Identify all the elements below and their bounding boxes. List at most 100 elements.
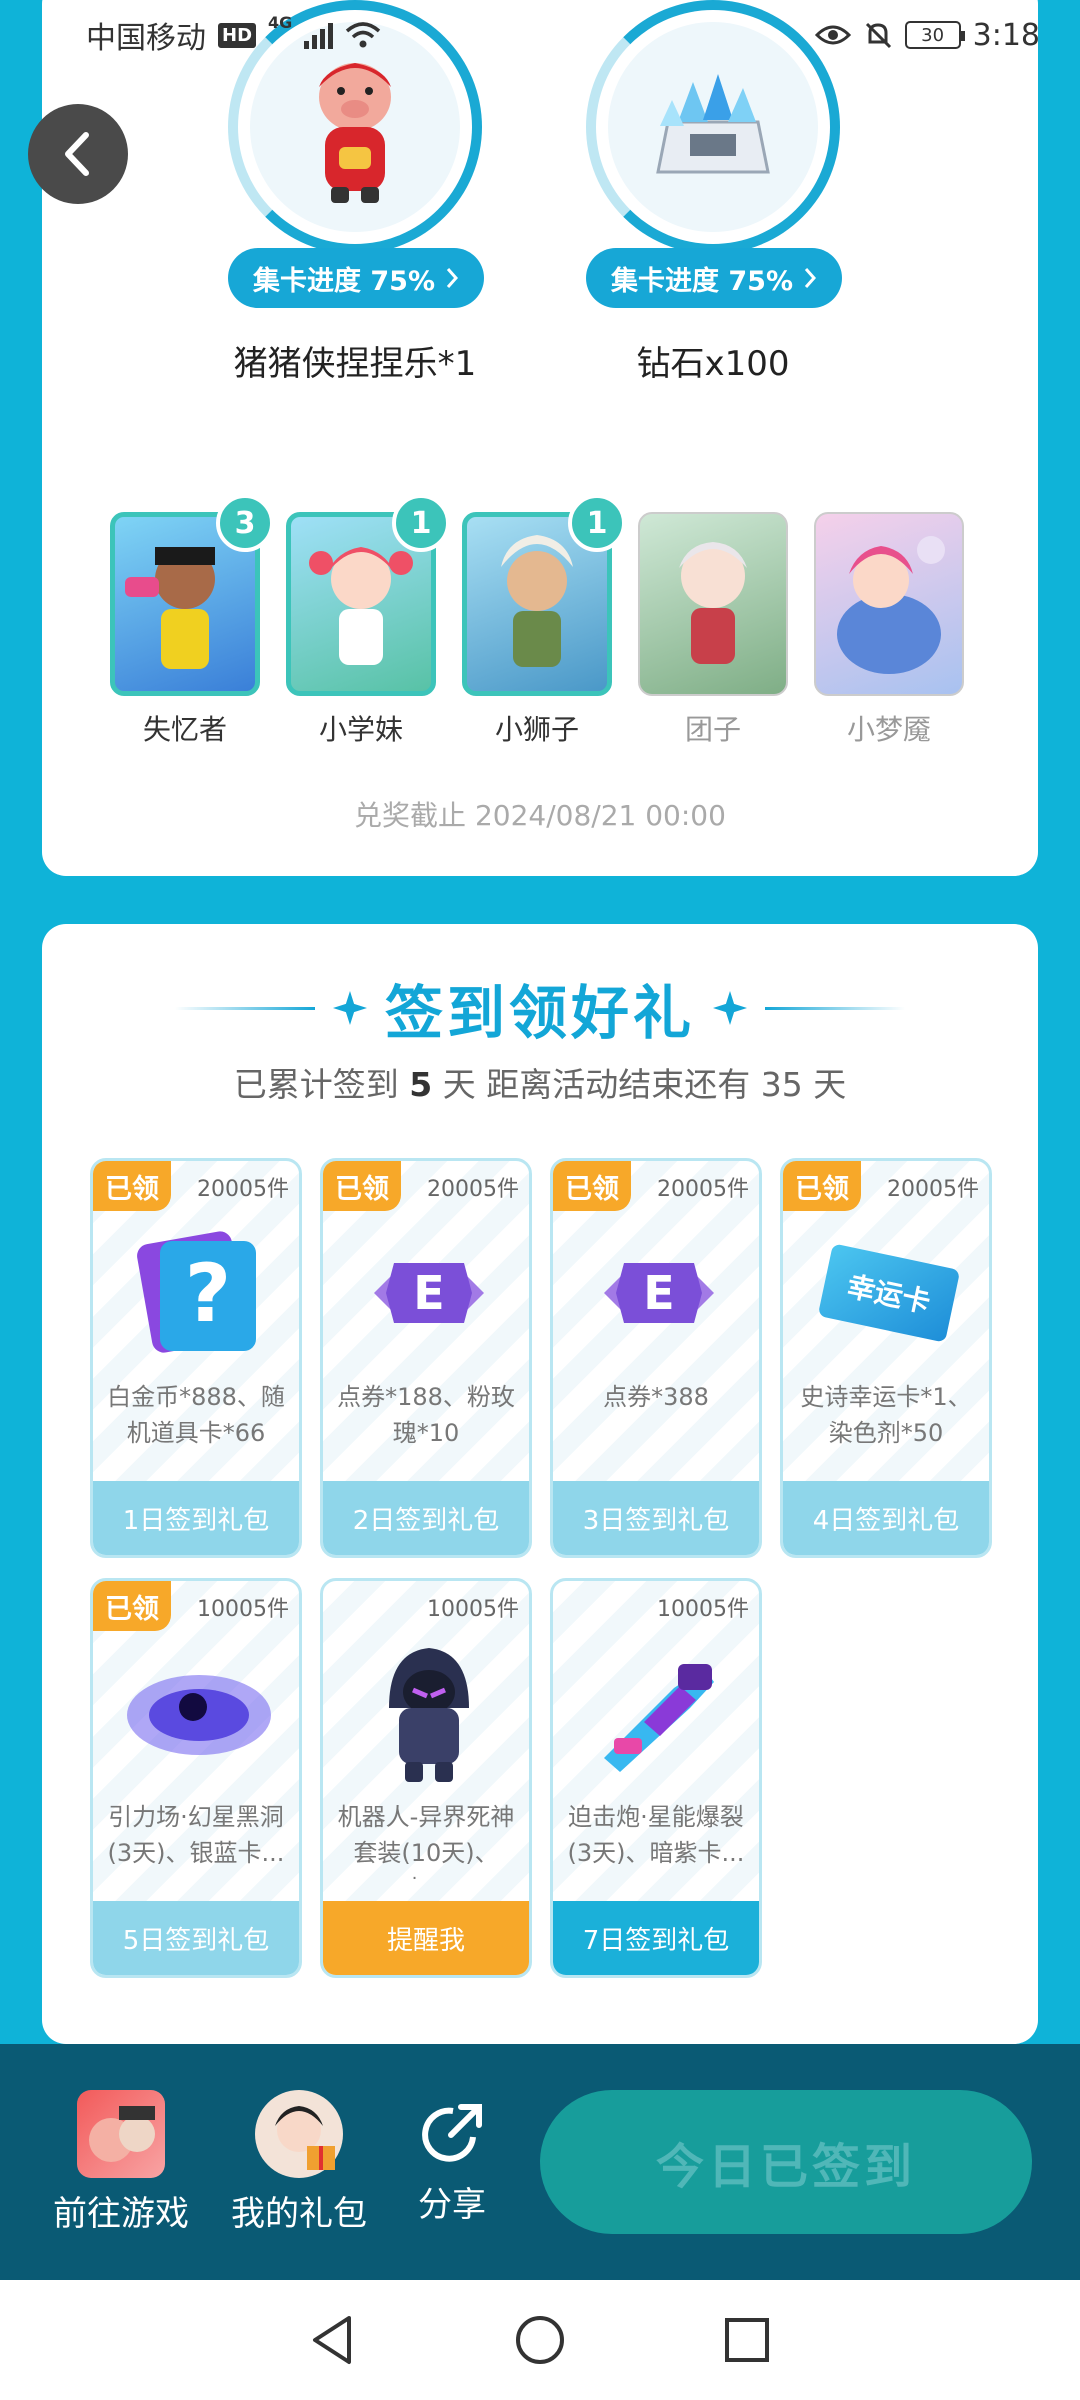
gift-footer-label[interactable]: 5日签到礼包 <box>93 1901 299 1975</box>
gift-art: ? <box>119 1223 279 1363</box>
bottom-action-bar: 前往游戏 我的礼包 分享 今日已签到 <box>0 2044 1080 2280</box>
gift-quantity: 20005件 <box>657 1177 749 1202</box>
claimed-badge: 已领 <box>93 1581 171 1631</box>
battery-icon: 30 <box>904 21 965 49</box>
sign-summary: 已累计签到 5 天 距离活动结束还有 35 天 <box>42 1058 1038 1106</box>
prize-name: 钻石x100 <box>636 344 790 384</box>
e-coupon-icon: E <box>374 1263 484 1323</box>
robot-reaper-icon <box>389 1648 469 1782</box>
redeem-deadline: 兑奖截止 2024/08/21 00:00 <box>354 799 726 832</box>
hero-name: 小梦魇 <box>846 713 931 746</box>
hd-badge: HD <box>218 22 257 48</box>
eye-icon <box>814 25 851 45</box>
hero-card-xiaoxuemei[interactable]: 1 小学妹 <box>286 494 450 748</box>
claimed-badge: 已领 <box>783 1161 861 1211</box>
share-icon <box>417 2099 487 2169</box>
clock-time: 3:18 <box>972 17 1040 53</box>
system-nav-bar <box>0 2280 1080 2400</box>
lucky-card-icon: 幸运卡 <box>817 1243 961 1343</box>
gift-quantity: 10005件 <box>427 1597 519 1622</box>
sign-title-banner: 签到领好礼 <box>42 970 1038 1047</box>
hero-card-xiaomengyan[interactable]: 小梦魇 <box>814 512 964 748</box>
gift-footer-label[interactable]: 3日签到礼包 <box>553 1481 759 1555</box>
hero-tuanzi-icon <box>679 542 747 664</box>
nav-recents-icon[interactable] <box>717 2310 777 2370</box>
remind-me-button[interactable]: 提醒我 <box>323 1901 529 1975</box>
days-signed: 5 <box>409 1065 433 1104</box>
progress-label: 集卡进度 75% <box>610 265 794 297</box>
go-to-game-button[interactable]: 前往游戏 <box>46 2089 196 2235</box>
gift-day-5[interactable]: 已领 10005件 引力场·幻星黑洞(3天)、银蓝卡... 5日签到礼包 <box>90 1578 302 1978</box>
gift-description: 机器人-异界死神套装(10天)、史... <box>337 1803 515 1879</box>
svg-text:?: ? <box>185 1247 231 1340</box>
sign-title: 签到领好礼 <box>384 979 695 1047</box>
network-label: 4G <box>268 13 293 32</box>
signed-today-button[interactable]: 今日已签到 <box>540 2090 1032 2234</box>
gift-day-6[interactable]: 10005件 机器人-异界死神套装(10天)、史... 提醒我 <box>320 1578 532 1978</box>
prize-name: 猪猪侠捏捏乐*1 <box>233 344 477 384</box>
gift-footer-label[interactable]: 2日签到礼包 <box>323 1481 529 1555</box>
gift-footer-label[interactable]: 1日签到礼包 <box>93 1481 299 1555</box>
back-button[interactable] <box>28 104 128 204</box>
gift-art <box>579 1643 739 1783</box>
claimed-badge: 已领 <box>553 1161 631 1211</box>
sign-in-card: 签到领好礼 已累计签到 5 天 距离活动结束还有 35 天 已领 20005件 … <box>42 924 1038 2044</box>
hero-name: 失忆者 <box>142 713 227 746</box>
card-count-badge: 1 <box>568 494 626 552</box>
gift-art: E <box>349 1223 509 1363</box>
sign-summary-prefix: 已累计签到 <box>233 1065 399 1104</box>
claimed-badge: 已领 <box>93 1161 171 1211</box>
gift-quantity: 20005件 <box>197 1177 289 1202</box>
go-to-game-label: 前往游戏 <box>53 2193 189 2234</box>
gift-day-7[interactable]: 10005件 迫击炮·星能爆裂(3天)、暗紫卡... 7日签到礼包 <box>550 1578 762 1978</box>
chevron-left-icon <box>65 132 89 176</box>
sign-summary-mid: 天 距离活动结束还有 <box>442 1065 751 1104</box>
nav-back-icon[interactable] <box>303 2310 363 2370</box>
mute-bell-icon <box>865 22 891 49</box>
status-bar: 中国移动 HD 4G 30 3:18 <box>0 0 1080 70</box>
title-decor-line <box>765 1006 905 1010</box>
progress-label: 集卡进度 75% <box>252 265 436 297</box>
my-gifts-button[interactable]: 我的礼包 <box>224 2089 374 2235</box>
my-gifts-label: 我的礼包 <box>231 2193 367 2234</box>
claimed-badge: 已领 <box>323 1161 401 1211</box>
gift-description: 白金币*888、随机道具卡*66 <box>107 1383 285 1447</box>
card-count-badge: 1 <box>392 494 450 552</box>
collection-progress-button[interactable]: 集卡进度 75% <box>586 248 842 308</box>
lucky-card-text: 幸运卡 <box>844 1269 934 1320</box>
wifi-icon <box>346 22 381 48</box>
diamond-box-icon <box>656 74 770 174</box>
chevron-right-icon <box>804 268 817 288</box>
collection-progress-button[interactable]: 集卡进度 75% <box>228 248 484 308</box>
signal-icon <box>304 21 334 49</box>
gift-quantity: 20005件 <box>887 1177 979 1202</box>
gift-day-2[interactable]: 已领 20005件 E 点券*188、粉玫瑰*10 2日签到礼包 <box>320 1158 532 1558</box>
card-count-badge: 3 <box>216 494 274 552</box>
gift-art <box>119 1643 279 1783</box>
hero-card-list: 3 失忆者 1 小学妹 1 小狮子 团子 小梦魇 <box>110 494 970 752</box>
gift-day-4[interactable]: 已领 20005件 幸运卡 史诗幸运卡*1、染色剂*50 4日签到礼包 <box>780 1158 992 1558</box>
gift-description: 点券*388 <box>603 1383 709 1411</box>
hero-card-shiyizhe[interactable]: 3 失忆者 <box>110 494 274 748</box>
hero-card-tuanzi[interactable]: 团子 <box>638 512 788 748</box>
title-decor-line <box>174 1006 315 1010</box>
svg-text:E: E <box>643 1266 674 1320</box>
gift-day-3[interactable]: 已领 20005件 E 点券*388 3日签到礼包 <box>550 1158 762 1558</box>
black-hole-icon <box>127 1675 271 1755</box>
gift-footer-label[interactable]: 7日签到礼包 <box>553 1901 759 1975</box>
hero-portrait <box>638 512 788 696</box>
hero-card-xiaoshizi[interactable]: 1 小狮子 <box>462 494 626 748</box>
pig-hero-figure-icon <box>319 63 391 203</box>
gift-day-1[interactable]: 已领 20005件 ? 白金币*888、随机道具卡*66 1日签到礼包 <box>90 1158 302 1558</box>
gift-description: 史诗幸运卡*1、染色剂*50 <box>800 1383 972 1447</box>
nav-home-icon[interactable] <box>510 2310 570 2370</box>
mortar-gun-icon <box>604 1664 714 1772</box>
hero-name: 小狮子 <box>494 713 579 746</box>
gift-footer-label[interactable]: 4日签到礼包 <box>783 1481 989 1555</box>
gift-avatar-icon <box>255 2089 343 2178</box>
gift-art: E <box>579 1223 739 1363</box>
carrier-label: 中国移动 <box>86 21 206 56</box>
gift-art: 幸运卡 <box>809 1223 969 1363</box>
share-button[interactable]: 分享 <box>402 2099 502 2226</box>
game-app-icon <box>77 2089 165 2178</box>
